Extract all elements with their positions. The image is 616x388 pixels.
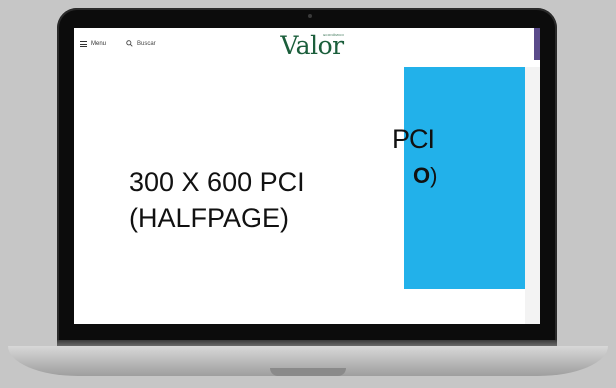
pci-label: PCI (392, 124, 435, 154)
side-strip (525, 67, 540, 324)
search-button[interactable]: Buscar (126, 40, 156, 47)
menu-label: Menu (91, 41, 107, 47)
o-letter: O (413, 163, 431, 188)
search-icon (126, 40, 133, 47)
accent-tab (534, 28, 540, 60)
hamburger-icon (80, 41, 87, 47)
menu-button[interactable]: Menu (80, 41, 106, 47)
site-logo[interactable]: ECONÔMICO Valor (272, 30, 352, 60)
laptop-notch (270, 368, 346, 376)
screen: Menu Buscar ECONÔMICO Valor PCI O) 300 X… (74, 28, 540, 324)
o-paren: ) (430, 163, 438, 188)
search-label: Buscar (137, 40, 156, 47)
o-label: O) (413, 163, 437, 189)
ad-size-line1: 300 X 600 PCI (129, 167, 305, 197)
logo-wordmark: Valor (280, 31, 344, 60)
camera (308, 14, 312, 18)
site-header: Menu Buscar ECONÔMICO Valor (74, 28, 540, 62)
ad-size-line2: (HALFPAGE) (129, 203, 290, 233)
ad-size-label: 300 X 600 PCI (HALFPAGE) (129, 164, 305, 236)
